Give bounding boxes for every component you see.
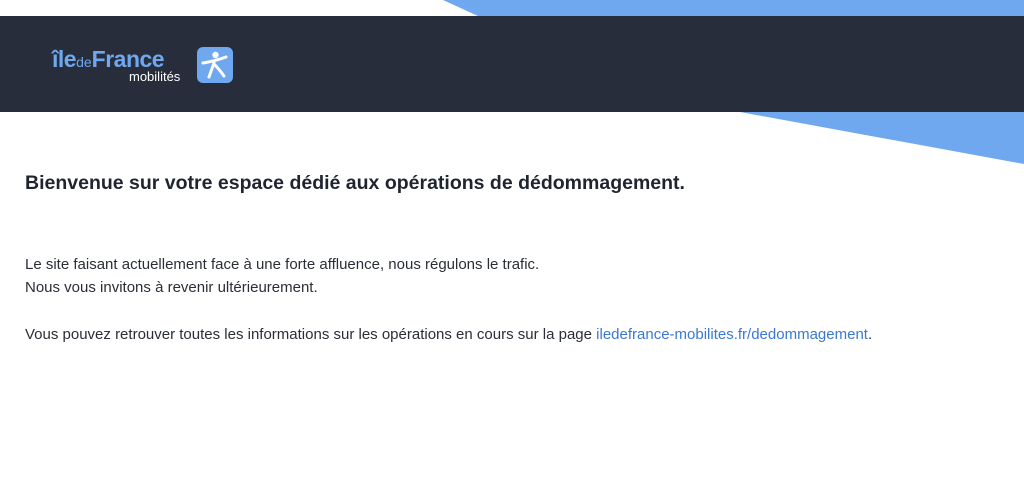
ile-de-france-mobilites-logo[interactable]: îledeFrance mobilités <box>52 46 242 86</box>
accent-stripe-top <box>443 0 1024 16</box>
dedommagement-link[interactable]: iledefrance-mobilites.fr/dedommagement <box>596 326 868 343</box>
page-title: Bienvenue sur votre espace dédié aux opé… <box>25 172 685 194</box>
traveler-icon <box>197 47 233 83</box>
header: îledeFrance mobilités <box>0 16 1024 112</box>
page: îledeFrance mobilités Bienvenue sur votr… <box>0 0 1024 501</box>
info-text: Vous pouvez retrouver toutes les informa… <box>25 326 597 343</box>
info-end: . <box>867 326 873 343</box>
logo-subtitle: mobilités <box>129 69 181 84</box>
logo-de: de <box>76 54 92 70</box>
info-message: Vous pouvez retrouver toutes les informa… <box>25 323 872 346</box>
accent-stripe-bottom <box>740 112 1024 164</box>
traffic-message-line1: Le site faisant actuellement face à une … <box>25 256 540 273</box>
logo-ile: île <box>52 46 77 72</box>
traffic-message: Le site faisant actuellement face à une … <box>25 253 539 299</box>
traffic-message-line2: Nous vous invitons à revenir ultérieurem… <box>25 279 318 296</box>
